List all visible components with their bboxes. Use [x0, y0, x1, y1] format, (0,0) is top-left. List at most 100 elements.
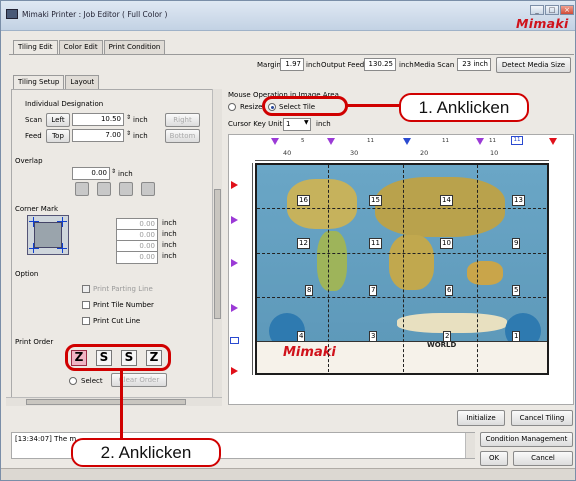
overlap-spinner-icon[interactable]: ⇕: [111, 168, 116, 175]
tile-marker-top-1[interactable]: [271, 138, 279, 145]
cursor-key-unit-label: Cursor Key Unit: [228, 120, 283, 128]
tile-marker-left-4[interactable]: [231, 304, 238, 312]
tile-number-11[interactable]: 11: [369, 238, 382, 249]
overlap-preset-4[interactable]: [141, 182, 155, 196]
tile-marker-top-4[interactable]: [476, 138, 484, 145]
tile-number-1[interactable]: 1: [512, 331, 521, 342]
left-panel-vertical-scrollbar[interactable]: [212, 89, 222, 405]
scan-value-field[interactable]: 10.50: [72, 113, 124, 126]
map-landmass: [375, 177, 505, 237]
scroll-thumb[interactable]: [214, 189, 221, 319]
hscroll-thumb[interactable]: [26, 399, 186, 405]
print-tile-number-label: Print Tile Number: [93, 301, 154, 309]
tile-marker-top-5[interactable]: [549, 138, 557, 145]
map-landmass: [317, 231, 347, 291]
corner-mark-preview: [27, 215, 69, 255]
tile-marker-left-5[interactable]: [231, 367, 238, 375]
overlap-preset-1[interactable]: [75, 182, 89, 196]
tile-number-3[interactable]: 3: [369, 331, 378, 342]
tile-number-4[interactable]: 4: [297, 331, 306, 342]
tile-number-16[interactable]: 16: [297, 195, 310, 206]
corner-unit-4: inch: [162, 252, 177, 260]
tile-number-14[interactable]: 14: [440, 195, 453, 206]
tile-marker-top-3[interactable]: [403, 138, 411, 145]
output-feed-field[interactable]: 130.25: [364, 58, 396, 71]
left-box-marker[interactable]: [230, 337, 239, 344]
tile-number-6[interactable]: 6: [445, 285, 454, 296]
overlap-field[interactable]: 0.00: [72, 167, 110, 180]
left-panel-horizontal-scrollbar[interactable]: [6, 397, 222, 406]
tile-number-12[interactable]: 12: [297, 238, 310, 249]
tab-color-edit[interactable]: Color Edit: [58, 40, 103, 54]
print-parting-line-checkbox[interactable]: [82, 285, 90, 293]
margin-field[interactable]: 1.97: [280, 58, 304, 71]
ruler-10: 10: [490, 149, 499, 157]
select-order-radio[interactable]: [69, 377, 77, 385]
ruler-small-2: 11: [367, 138, 374, 144]
map-landmass: [467, 261, 503, 285]
scan-left-button[interactable]: Left: [46, 113, 70, 127]
tile-number-9[interactable]: 9: [512, 238, 521, 249]
callout-connector-1: [347, 104, 401, 107]
print-tile-number-checkbox[interactable]: [82, 301, 90, 309]
overlap-preset-3[interactable]: [119, 182, 133, 196]
tile-number-15[interactable]: 15: [369, 195, 382, 206]
select-tile-highlight: [262, 96, 348, 116]
tile-marker-left-3[interactable]: [231, 259, 238, 267]
world-map-image[interactable]: Mimaki WORLD 16 15 14 13 12 11 10 9 8 7 …: [255, 163, 549, 375]
tab-tiling-setup[interactable]: Tiling Setup: [13, 75, 65, 90]
tab-layout[interactable]: Layout: [65, 75, 100, 89]
feed-value-field[interactable]: 7.00: [72, 129, 124, 142]
scan-right-button[interactable]: Right: [165, 113, 200, 127]
ruler-small-3: 11: [442, 138, 449, 144]
ok-button[interactable]: OK: [480, 451, 508, 466]
tile-number-8[interactable]: 8: [305, 285, 314, 296]
corner-field-4[interactable]: 0.00: [116, 251, 158, 264]
main-tabs: Tiling Edit Color Edit Print Condition: [13, 40, 166, 55]
tile-marker-left-1[interactable]: [231, 181, 238, 189]
left-ruler: [243, 163, 253, 375]
cancel-tiling-button[interactable]: Cancel Tiling: [511, 410, 573, 426]
minimize-button[interactable]: _: [530, 5, 544, 15]
map-landmass: [397, 313, 507, 333]
media-scan-field[interactable]: 23 inch: [457, 58, 491, 71]
maximize-button[interactable]: □: [545, 5, 559, 15]
ruler-30: 30: [350, 149, 359, 157]
initialize-button[interactable]: Initialize: [457, 410, 505, 426]
cancel-button[interactable]: Cancel: [513, 451, 573, 466]
tile-marker-left-2[interactable]: [231, 216, 238, 224]
job-editor-window: Mimaki Printer : Job Editor ( Full Color…: [0, 0, 576, 481]
close-button[interactable]: ×: [560, 5, 574, 15]
condition-management-button[interactable]: Condition Management: [480, 432, 573, 447]
tile-number-2[interactable]: 2: [443, 331, 452, 342]
overlap-preset-2[interactable]: [97, 182, 111, 196]
scan-spinner-icon[interactable]: ⇕: [126, 114, 131, 121]
tab-print-condition[interactable]: Print Condition: [103, 40, 166, 54]
feed-spinner-icon[interactable]: ⇕: [126, 130, 131, 137]
callout-2: 2. Anklicken: [71, 438, 221, 467]
margin-label: Margin: [257, 61, 281, 69]
log-scrollbar[interactable]: [465, 433, 475, 458]
ruler-box-marker[interactable]: 11: [511, 136, 523, 145]
overlap-unit: inch: [118, 170, 133, 178]
window-title: Mimaki Printer : Job Editor ( Full Color…: [22, 10, 168, 19]
tile-marker-top-2[interactable]: [327, 138, 335, 145]
tab-tiling-edit[interactable]: Tiling Edit: [13, 40, 58, 55]
detect-media-size-button[interactable]: Detect Media Size: [496, 57, 571, 73]
print-cut-line-checkbox[interactable]: [82, 317, 90, 325]
feed-top-button[interactable]: Top: [46, 129, 70, 143]
chevron-down-icon[interactable]: ▼: [304, 119, 309, 126]
tile-number-10[interactable]: 10: [440, 238, 453, 249]
ruler-small-4: 11: [489, 138, 496, 144]
sub-tabs: Tiling Setup Layout: [13, 75, 100, 90]
feed-bottom-button[interactable]: Bottom: [165, 129, 200, 143]
feed-label: Feed: [25, 132, 42, 140]
tile-number-5[interactable]: 5: [512, 285, 521, 296]
callout-connector-2: [120, 370, 123, 440]
tile-number-13[interactable]: 13: [512, 195, 525, 206]
cursor-key-unit-unit: inch: [316, 120, 331, 128]
feed-unit: inch: [133, 132, 148, 140]
resize-radio[interactable]: [228, 103, 236, 111]
corner-unit-1: inch: [162, 219, 177, 227]
tile-number-7[interactable]: 7: [369, 285, 378, 296]
